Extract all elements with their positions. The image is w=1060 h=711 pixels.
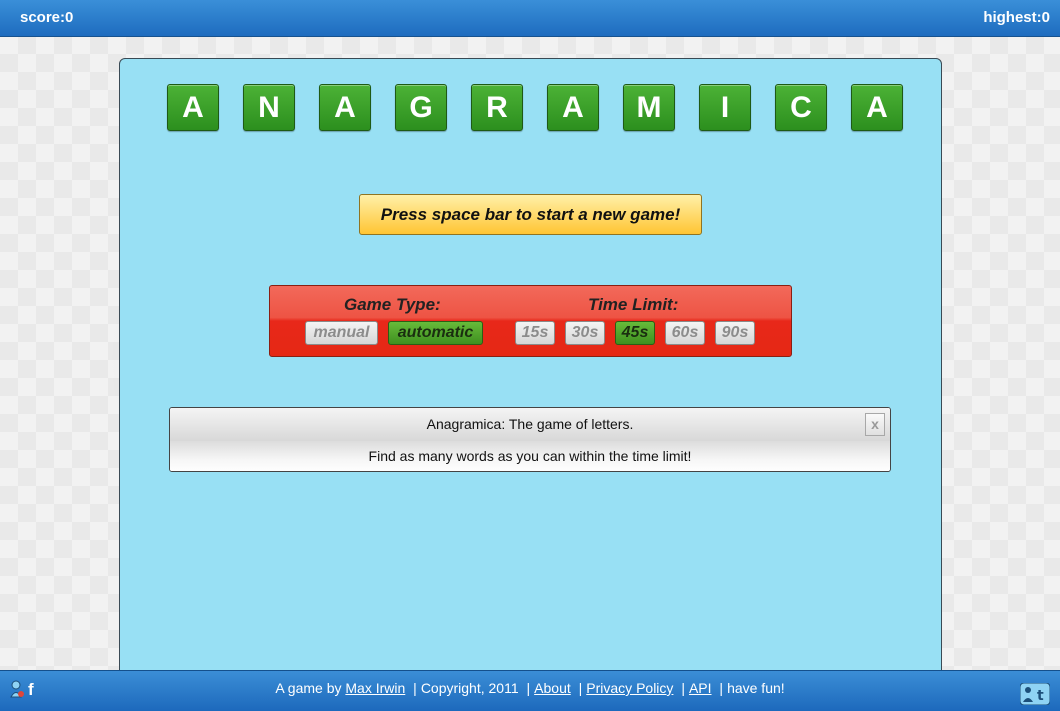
- footer-separator: |: [681, 680, 685, 696]
- message-title: Anagramica: The game of letters.: [170, 408, 890, 441]
- twitter-share-icon[interactable]: t: [1019, 682, 1051, 706]
- footer-separator: |: [413, 680, 417, 696]
- footer-prefix: A game by: [275, 680, 342, 696]
- footer-copyright: Copyright, 2011: [420, 680, 519, 696]
- message-box: Anagramica: The game of letters. Find as…: [169, 407, 891, 472]
- start-new-game-button[interactable]: Press space bar to start a new game!: [359, 194, 702, 235]
- game-type-label: Game Type:: [344, 295, 441, 314]
- api-link[interactable]: API: [689, 680, 712, 696]
- footer-separator: |: [526, 680, 531, 696]
- message-body: Find as many words as you can within the…: [170, 441, 890, 471]
- title-tile: R: [471, 84, 523, 131]
- time-limit-15s-button[interactable]: 15s: [515, 321, 555, 345]
- footer: f A game by Max Irwin | Copyright, 2011 |…: [0, 670, 1060, 711]
- footer-have-fun: have fun!: [727, 680, 785, 696]
- time-limit-label: Time Limit:: [588, 295, 679, 314]
- about-link[interactable]: About: [534, 680, 571, 696]
- title-tile: N: [243, 84, 295, 131]
- time-limit-30s-button[interactable]: 30s: [565, 321, 605, 345]
- time-limit-90s-button[interactable]: 90s: [715, 321, 755, 345]
- game-panel: A N A G R A M I C A Press space bar to s…: [119, 58, 942, 688]
- title-tile: I: [699, 84, 751, 131]
- author-link[interactable]: Max Irwin: [345, 680, 405, 696]
- score-display: score:0: [20, 9, 74, 26]
- title-tile: G: [395, 84, 447, 131]
- twitter-icon: t: [1037, 688, 1044, 704]
- highest-score-display: highest:0: [983, 9, 1050, 26]
- footer-separator: |: [578, 680, 583, 696]
- privacy-policy-link[interactable]: Privacy Policy: [586, 680, 673, 696]
- time-limit-60s-button[interactable]: 60s: [665, 321, 705, 345]
- footer-credits: A game by Max Irwin | Copyright, 2011 | Ab…: [0, 680, 1060, 696]
- time-limit-45s-button[interactable]: 45s: [615, 321, 655, 345]
- footer-right-icons: t: [1019, 682, 1051, 706]
- game-type-automatic-button[interactable]: automatic: [388, 321, 483, 345]
- title-tile: M: [623, 84, 675, 131]
- footer-separator: |: [719, 680, 724, 696]
- title-tile: A: [851, 84, 903, 131]
- title-tile: A: [547, 84, 599, 131]
- title-tile: A: [167, 84, 219, 131]
- game-options-panel: Game Type: Time Limit: manual automatic …: [269, 285, 792, 357]
- game-type-manual-button[interactable]: manual: [305, 321, 378, 345]
- title-tile: A: [319, 84, 371, 131]
- title-tile: C: [775, 84, 827, 131]
- message-close-button[interactable]: x: [865, 413, 885, 436]
